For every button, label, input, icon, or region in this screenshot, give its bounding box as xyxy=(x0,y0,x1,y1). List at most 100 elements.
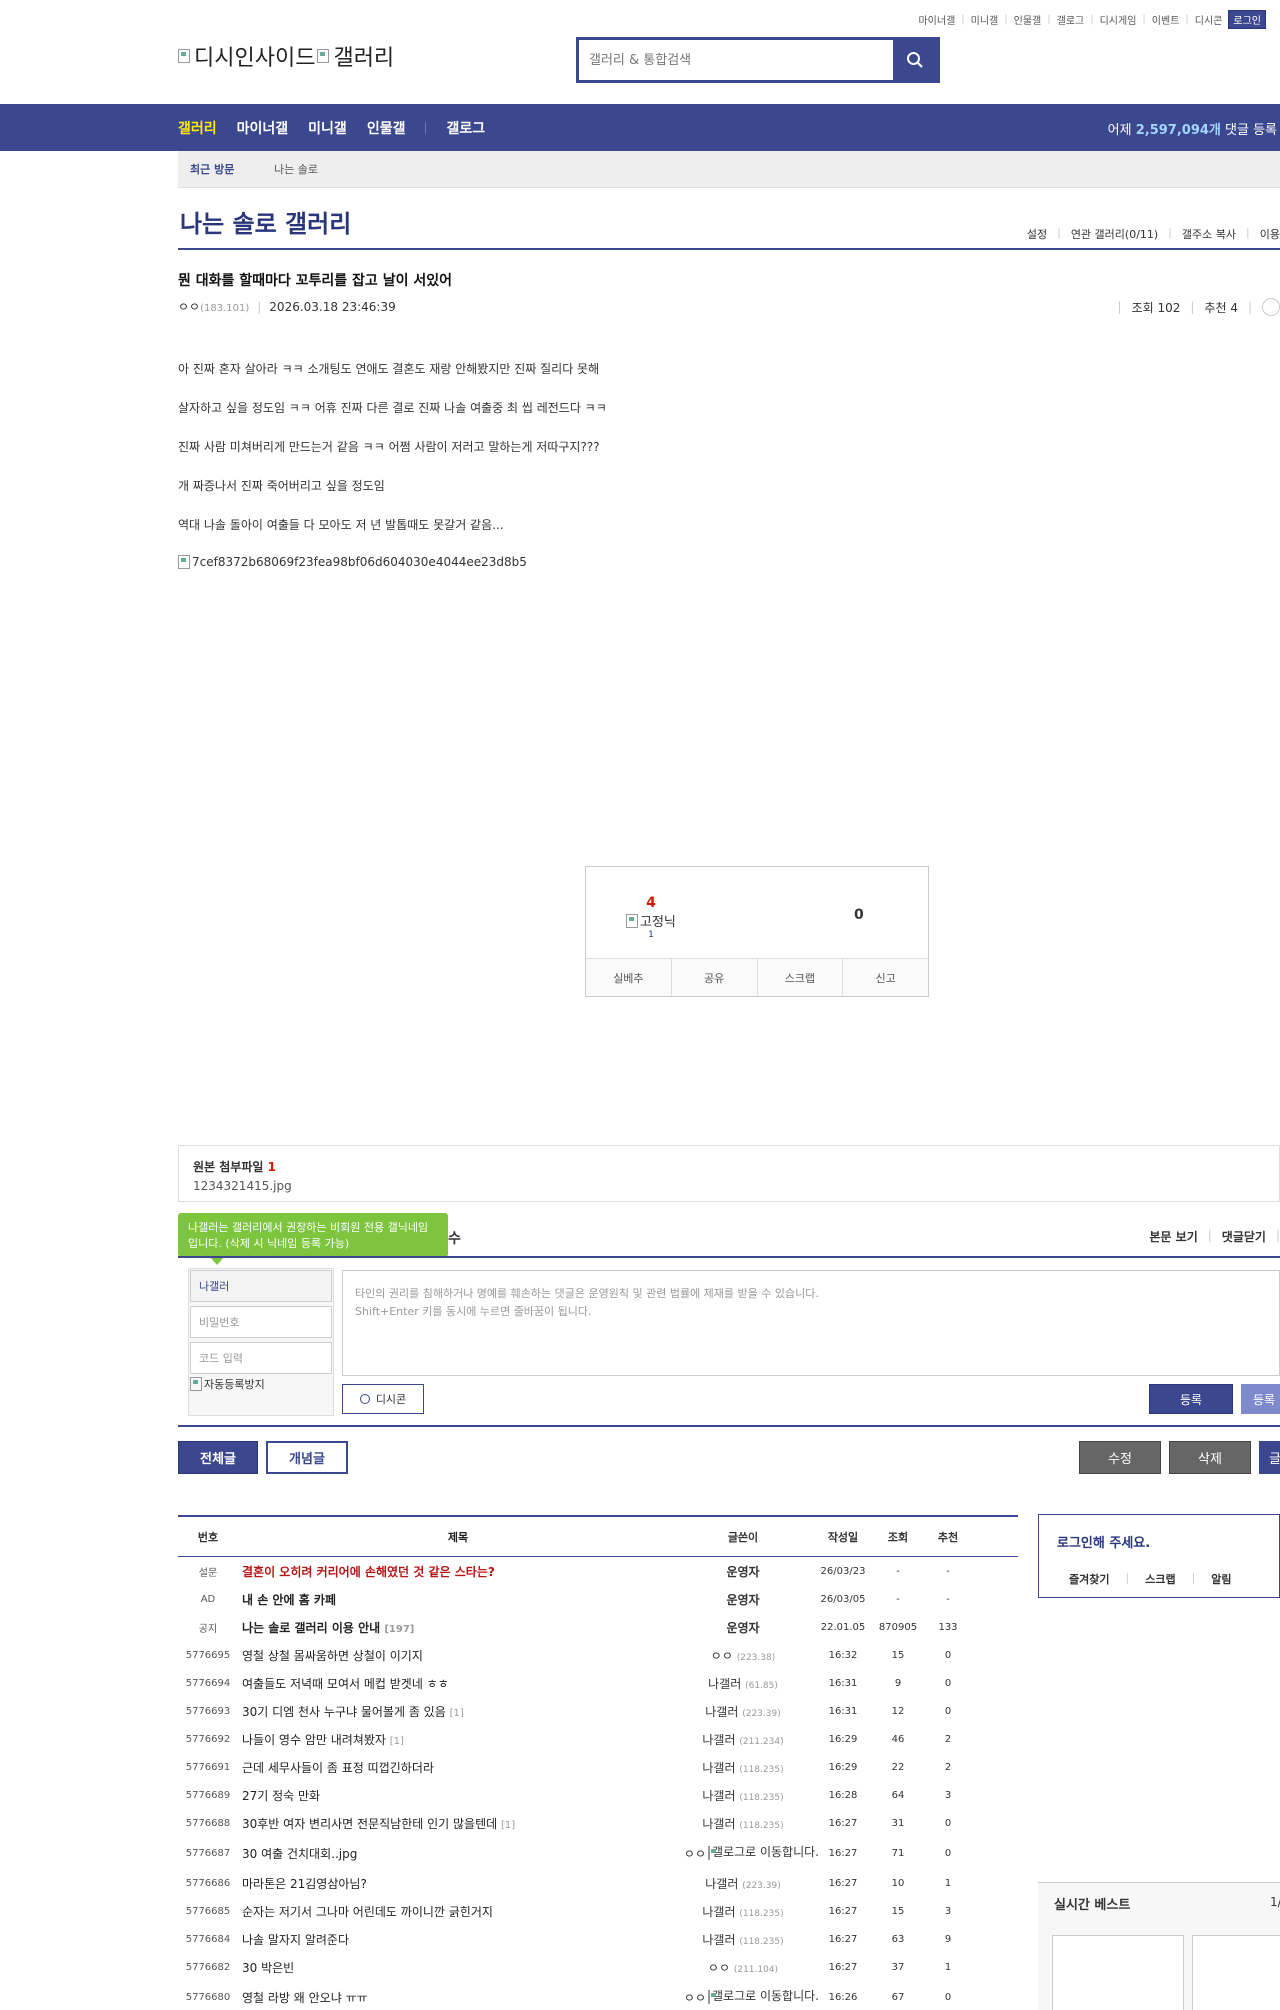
table-row[interactable]: 5776680 영철 라방 왜 안오냐 ㅠㅠ ㅇㅇ 갤로그로 이동합니다. 16:26 6… xyxy=(178,1981,1018,2010)
row-writer[interactable]: 나갤러 (118.235) xyxy=(678,1815,808,1832)
table-row[interactable]: 5776686 마라톤은 21김영삼아님? 나갤러 (223.39) 16:27 10 1 xyxy=(178,1869,1018,1897)
dccon-button[interactable]: 디시콘 xyxy=(342,1384,424,1414)
table-row[interactable]: 5776682 30 박은빈 ㅇㅇ (211.104) 16:27 37 1 xyxy=(178,1953,1018,1981)
row-title-cell[interactable]: 근데 세무사들이 좀 표정 띠껍긴하더라 xyxy=(238,1759,678,1776)
row-title-cell[interactable]: 순자는 저기서 그나마 어린데도 까이니깐 긁힌거지 xyxy=(238,1903,678,1920)
site-logo[interactable]: 디시인사이드 갤러리 xyxy=(178,40,394,72)
password-field[interactable]: 비밀번호 xyxy=(190,1306,332,1338)
more-options-button[interactable] xyxy=(1262,298,1280,316)
util-event[interactable]: 이벤트 xyxy=(1152,12,1180,27)
scrap-link[interactable]: 스크랩 xyxy=(1145,1571,1175,1587)
nav-mini-gallery[interactable]: 미니갤 xyxy=(308,118,347,138)
table-row[interactable]: 공지 나는 솔로 갤러리 이용 안내 [197] 운영자 22.01.05 870905… xyxy=(178,1613,1018,1641)
row-writer[interactable]: ㅇㅇ (223.38) xyxy=(678,1647,808,1664)
nickname-field[interactable]: 나갤러 xyxy=(190,1270,332,1302)
all-posts-button[interactable]: 전체글 xyxy=(178,1441,258,1474)
gallog-link[interactable]: 갤로그로 이동합니다. xyxy=(708,1990,819,2004)
nav-gallery[interactable]: 갤러리 xyxy=(178,118,217,138)
row-title-cell[interactable]: 마라톤은 21김영삼아님? xyxy=(238,1875,678,1892)
login-button[interactable]: 로그인 xyxy=(1228,10,1266,29)
util-person-gallery[interactable]: 인물갤 xyxy=(1014,12,1042,27)
edit-button[interactable]: 수정 xyxy=(1079,1441,1161,1474)
row-title-cell[interactable]: 결혼이 오히려 커리어에 손해였던 것 같은 스타는? xyxy=(238,1563,678,1580)
table-row[interactable]: 5776689 27기 정숙 만화 나갤러 (118.235) 16:28 64 3 xyxy=(178,1781,1018,1809)
row-writer[interactable]: ㅇㅇ 갤로그로 이동합니다. xyxy=(678,1989,819,2006)
attachment-file[interactable]: 1234321415.jpg xyxy=(193,1179,1265,1193)
best-card[interactable] xyxy=(1052,1935,1184,2010)
table-row[interactable]: 설문 결혼이 오히려 커리어에 손해였던 것 같은 스타는? 운영자 26/03/23… xyxy=(178,1557,1018,1585)
upvote-area[interactable]: 4 고정닉 1 xyxy=(626,895,676,940)
row-title-cell[interactable]: 27기 정숙 만화 xyxy=(238,1787,678,1804)
gallery-title[interactable]: 나는 솔로 갤러리 xyxy=(180,204,351,239)
post-image[interactable]: 7cef8372b68069f23fea98bf06d604030e4044ee… xyxy=(178,555,527,569)
row-writer[interactable]: 나갤러 (211.234) xyxy=(678,1731,808,1748)
comment-textarea[interactable]: 타인의 권리를 침해하거나 명예를 훼손하는 댓글은 운영원칙 및 관련 법률에… xyxy=(342,1270,1280,1376)
share-button[interactable]: 공유 xyxy=(672,959,758,996)
related-gallery-link[interactable]: 연관 갤러리(0/11) xyxy=(1071,226,1158,242)
nav-person-gallery[interactable]: 인물갤 xyxy=(367,118,406,138)
downvote-count[interactable]: 0 xyxy=(854,907,864,923)
usage-link[interactable]: 이용 xyxy=(1260,226,1280,242)
util-dcgame[interactable]: 디시게임 xyxy=(1100,12,1137,27)
row-writer[interactable]: 나갤러 (118.235) xyxy=(678,1759,808,1776)
row-writer[interactable]: 나갤러 (61.85) xyxy=(678,1675,808,1692)
best-pagination[interactable]: 1/ xyxy=(1270,1895,1280,1909)
favorites-link[interactable]: 즐겨찾기 xyxy=(1069,1571,1109,1587)
table-row[interactable]: 5776685 순자는 저기서 그나마 어린데도 까이니깐 긁힌거지 나갤러 (11… xyxy=(178,1897,1018,1925)
row-writer[interactable]: 운영자 xyxy=(678,1619,808,1636)
row-title-cell[interactable]: 30기 디엠 천사 누구냐 물어볼게 좀 있음 [1] xyxy=(238,1703,678,1720)
gallog-link[interactable]: 갤로그로 이동합니다. xyxy=(708,1846,819,1860)
table-row[interactable]: 5776693 30기 디엠 천사 누구냐 물어볼게 좀 있음 [1] 나갤러 (2… xyxy=(178,1697,1018,1725)
row-writer[interactable]: 운영자 xyxy=(678,1591,808,1608)
table-row[interactable]: AD 내 손 안에 홈 카페 운영자 26/03/05 - - xyxy=(178,1585,1018,1613)
scrap-button[interactable]: 스크랩 xyxy=(758,959,844,996)
best-card[interactable] xyxy=(1192,1935,1280,2010)
settings-link[interactable]: 설정 xyxy=(1027,226,1047,242)
nav-gallog[interactable]: 갤로그 xyxy=(446,118,485,138)
login-prompt[interactable]: 로그인해 주세요. xyxy=(1039,1515,1279,1551)
row-title-cell[interactable]: 나솔 말자지 알려준다 xyxy=(238,1931,678,1948)
row-writer[interactable]: 나갤러 (118.235) xyxy=(678,1931,808,1948)
view-body-link[interactable]: 본문 보기 xyxy=(1149,1228,1197,1245)
table-row[interactable]: 5776695 영철 상철 몸싸움하면 상철이 이기지 ㅇㅇ (223.38) 16:… xyxy=(178,1641,1018,1669)
row-title-cell[interactable]: 내 손 안에 홈 카페 xyxy=(238,1591,678,1608)
captcha-code-field[interactable]: 코드 입력 xyxy=(190,1342,332,1374)
util-dccon[interactable]: 디시콘 xyxy=(1195,12,1223,27)
row-title-cell[interactable]: 나는 솔로 갤러리 이용 안내 [197] xyxy=(238,1619,678,1636)
row-writer[interactable]: ㅇㅇ 갤로그로 이동합니다. xyxy=(678,1845,819,1862)
delete-button[interactable]: 삭제 xyxy=(1169,1441,1251,1474)
table-row[interactable]: 5776687 30 여출 건치대회..jpg ㅇㅇ 갤로그로 이동합니다. 16:27… xyxy=(178,1837,1018,1869)
util-gallog[interactable]: 갤로그 xyxy=(1057,12,1085,27)
row-writer[interactable]: 나갤러 (118.235) xyxy=(678,1903,808,1920)
row-writer[interactable]: 나갤러 (118.235) xyxy=(678,1787,808,1804)
table-row[interactable]: 5776691 근데 세무사들이 좀 표정 띠껍긴하더라 나갤러 (118.235)… xyxy=(178,1753,1018,1781)
post-author[interactable]: ㅇㅇ(183.101) xyxy=(178,298,249,315)
row-title-cell[interactable]: 영철 라방 왜 안오냐 ㅠㅠ xyxy=(238,1989,678,2006)
row-writer[interactable]: 나갤러 (223.39) xyxy=(678,1703,808,1720)
close-comments-link[interactable]: 댓글닫기 xyxy=(1222,1228,1266,1245)
row-writer[interactable]: 운영자 xyxy=(678,1563,808,1580)
row-title-cell[interactable]: 여출들도 저녁때 모여서 메컵 받겟네 ㅎㅎ xyxy=(238,1675,678,1692)
recent-item[interactable]: 나는 솔로 xyxy=(274,161,318,177)
nav-minor-gallery[interactable]: 마이너갤 xyxy=(237,118,289,138)
row-title-cell[interactable]: 30 박은빈 xyxy=(238,1959,678,1976)
best-recommend-button[interactable]: 실베추 xyxy=(586,959,672,996)
search-input[interactable] xyxy=(579,40,893,80)
row-title-cell[interactable]: 30 여출 건치대회..jpg xyxy=(238,1845,678,1862)
notification-link[interactable]: 알림 xyxy=(1211,1571,1231,1587)
comment-register-button[interactable]: 등록 xyxy=(1149,1384,1233,1414)
row-writer[interactable]: ㅇㅇ (211.104) xyxy=(678,1959,808,1976)
report-button[interactable]: 신고 xyxy=(843,959,928,996)
table-row[interactable]: 5776688 30후반 여자 변리사면 전문직남한테 인기 많을텐데 [1] 나갤… xyxy=(178,1809,1018,1837)
row-title-cell[interactable]: 영철 상철 몸싸움하면 상철이 이기지 xyxy=(238,1647,678,1664)
table-row[interactable]: 5776694 여출들도 저녁때 모여서 메컵 받겟네 ㅎㅎ 나갤러 (61.85)… xyxy=(178,1669,1018,1697)
comment-register-with-recommend-button[interactable]: 등록 xyxy=(1241,1384,1280,1414)
util-mini-gallery[interactable]: 미니갤 xyxy=(971,12,999,27)
copy-address-link[interactable]: 갤주소 복사 xyxy=(1182,226,1236,242)
concept-posts-button[interactable]: 개념글 xyxy=(266,1441,348,1474)
table-row[interactable]: 5776684 나솔 말자지 알려준다 나갤러 (118.235) 16:27 63 9 xyxy=(178,1925,1018,1953)
row-title-cell[interactable]: 나들이 영수 암만 내려쳐봤자 [1] xyxy=(238,1731,678,1748)
table-row[interactable]: 5776692 나들이 영수 암만 내려쳐봤자 [1] 나갤러 (211.234) 1… xyxy=(178,1725,1018,1753)
util-minor-gallery[interactable]: 마이너갤 xyxy=(918,12,955,27)
search-button[interactable] xyxy=(893,40,937,80)
